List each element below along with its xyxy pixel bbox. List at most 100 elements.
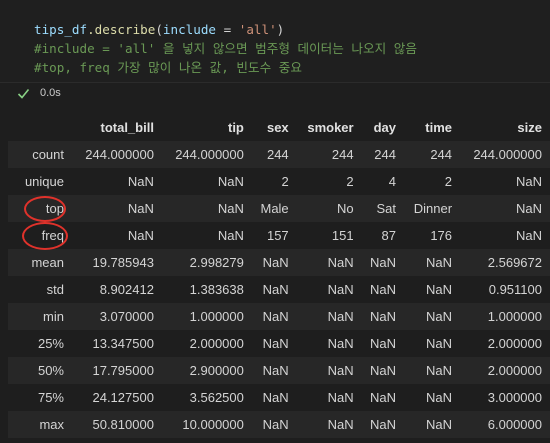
code-token-method: .describe [87, 22, 156, 37]
table-cell: 3.000000 [487, 390, 542, 405]
table-cell: 1.000000 [189, 309, 244, 324]
table-cell: 151 [331, 228, 354, 243]
table-cell: NaN [262, 282, 289, 297]
table-cell: Sat [376, 201, 396, 216]
table-cell: 244 [331, 147, 354, 162]
table-cell: NaN [426, 363, 453, 378]
table-cell: NaN [369, 417, 396, 432]
table-cell: NaN [327, 417, 354, 432]
execution-status: 0.0s [16, 84, 61, 102]
table-cell: 2 [444, 174, 453, 189]
column-header-size: size [517, 120, 542, 135]
table-cell: 176 [430, 228, 453, 243]
describe-table: total_bill tip sex smoker day time size … [8, 114, 550, 438]
table-cell: 3.070000 [99, 309, 154, 324]
code-line-1: tips_df.describe(include = 'all') [34, 22, 284, 37]
row-index-label: unique [24, 174, 64, 189]
table-cell: 157 [266, 228, 289, 243]
row-index-label: top [45, 201, 64, 216]
table-cell: 87 [381, 228, 396, 243]
table-cell: 244 [374, 147, 396, 162]
table-cell: NaN [426, 255, 453, 270]
row-index-label: 75% [37, 390, 64, 405]
table-cell: NaN [327, 336, 354, 351]
table-cell: 8.902412 [99, 282, 154, 297]
table-row: max 50.810000 10.000000 NaN NaN NaN NaN 6.00000… [8, 411, 550, 438]
table-header-row: total_bill tip sex smoker day time size [8, 114, 550, 141]
execution-duration: 0.0s [40, 87, 61, 99]
table-cell: NaN [327, 255, 354, 270]
row-index-label: mean [31, 255, 64, 270]
table-cell: 1.383638 [189, 282, 244, 297]
column-header-total-bill: total_bill [100, 120, 154, 135]
code-token-paren-close: ) [276, 22, 285, 37]
table-row: freq NaN NaN 157 151 87 176 NaN [8, 222, 550, 249]
table-cell: NaN [217, 228, 244, 243]
table-cell: NaN [369, 336, 396, 351]
table-cell: NaN [515, 201, 542, 216]
table-cell: 2.000000 [487, 363, 542, 378]
table-cell: NaN [262, 336, 289, 351]
table-cell: NaN [127, 228, 154, 243]
row-index-label: 25% [37, 336, 64, 351]
code-cell-input[interactable]: tips_df.describe(include = 'all') #inclu… [0, 0, 550, 83]
table-row: count 244.000000 244.000000 244 244 244 244 244… [8, 141, 550, 168]
table-cell: 1.000000 [487, 309, 542, 324]
table-cell: 2.998279 [189, 255, 244, 270]
code-token-object: tips_df [34, 22, 88, 37]
table-cell: NaN [426, 309, 453, 324]
table-cell: NaN [327, 363, 354, 378]
table-cell: 244.000000 [473, 147, 542, 162]
code-token-string: 'all' [238, 22, 277, 37]
table-cell: NaN [327, 282, 354, 297]
table-cell: 244 [430, 147, 453, 162]
table-cell: 2.900000 [189, 363, 244, 378]
row-index-label: std [46, 282, 64, 297]
table-cell: 0.951100 [488, 282, 542, 297]
code-editor[interactable]: tips_df.describe(include = 'all') #inclu… [34, 20, 417, 77]
table-cell: NaN [515, 228, 542, 243]
table-row: 25% 13.347500 2.000000 NaN NaN NaN NaN 2.000000 [8, 330, 550, 357]
code-line-3-comment: #top, freq 가장 많이 나온 값, 빈도수 중요 [34, 60, 302, 75]
table-cell: 244.000000 [85, 147, 154, 162]
output-dataframe: total_bill tip sex smoker day time size … [8, 114, 550, 438]
table-cell: 19.785943 [92, 255, 154, 270]
table-cell: 2 [346, 174, 354, 189]
table-row: top NaN NaN Male No Sat Dinner NaN [8, 195, 550, 222]
table-cell: NaN [262, 255, 289, 270]
table-cell: NaN [327, 390, 354, 405]
table-cell: NaN [217, 174, 244, 189]
table-cell: 244.000000 [175, 147, 244, 162]
table-cell: NaN [262, 390, 289, 405]
table-cell: NaN [426, 336, 453, 351]
table-cell: NaN [515, 174, 542, 189]
table-cell: NaN [327, 309, 354, 324]
table-row: std 8.902412 1.383638 NaN NaN NaN NaN 0.951100 [8, 276, 550, 303]
table-cell: 2 [281, 174, 289, 189]
column-header-day: day [373, 120, 396, 135]
table-cell: NaN [369, 255, 396, 270]
table-row: mean 19.785943 2.998279 NaN NaN NaN NaN 2.56967… [8, 249, 550, 276]
table-row: 75% 24.127500 3.562500 NaN NaN NaN NaN 3.000000 [8, 384, 550, 411]
table-cell: 4 [388, 174, 396, 189]
table-cell: NaN [262, 309, 289, 324]
table-cell: 2.569672 [487, 255, 542, 270]
table-cell: NaN [426, 282, 453, 297]
row-index-label: min [43, 309, 64, 324]
table-cell: NaN [426, 390, 453, 405]
table-cell: 6.000000 [487, 417, 542, 432]
table-cell: NaN [369, 309, 396, 324]
table-row: min 3.070000 1.000000 NaN NaN NaN NaN 1.000000 [8, 303, 550, 330]
row-index-label: max [39, 417, 64, 432]
table-cell: NaN [217, 201, 244, 216]
table-row: 50% 17.795000 2.900000 NaN NaN NaN NaN 2.000000 [8, 357, 550, 384]
table-cell: Dinner [413, 201, 453, 216]
row-index-label: count [32, 147, 64, 162]
table-cell: NaN [426, 417, 453, 432]
row-index-label: freq [41, 228, 64, 243]
table-cell: NaN [262, 363, 289, 378]
column-header-smoker: smoker [307, 120, 354, 135]
table-cell: NaN [127, 174, 154, 189]
table-cell: NaN [127, 201, 154, 216]
column-header-index [8, 114, 72, 141]
